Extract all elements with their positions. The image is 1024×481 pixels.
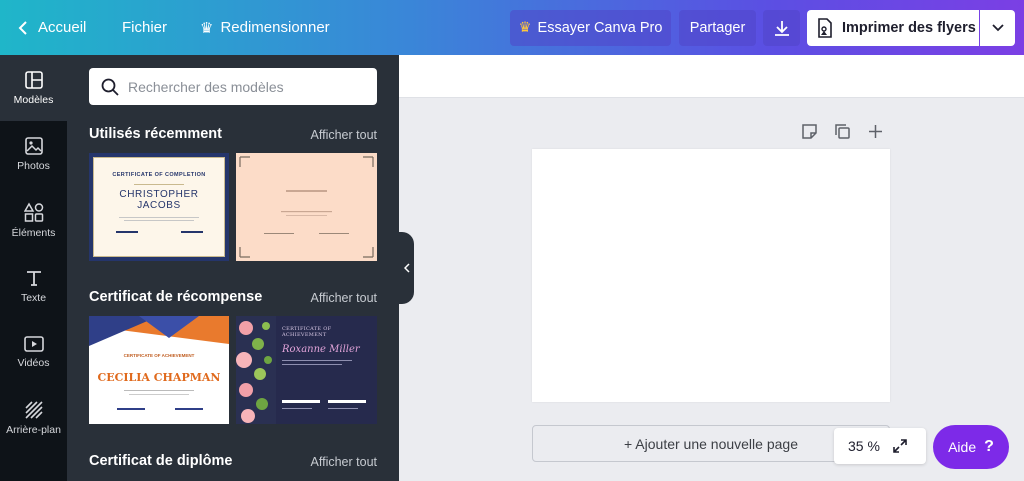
- rail-item-background[interactable]: Arrière-plan: [0, 385, 67, 451]
- divider: [328, 408, 358, 409]
- divider: [124, 390, 194, 391]
- download-icon: [774, 21, 789, 36]
- template-thumbnail[interactable]: CERTIFICATE OF ACHIEVEMENT Roxanne Mille…: [236, 316, 377, 424]
- template-thumbnail[interactable]: CERTIFICATE OF COMPLETION CHRISTOPHER JA…: [89, 153, 229, 261]
- template-thumbnail[interactable]: [236, 153, 377, 261]
- recipient-name: Roxanne Miller: [282, 344, 360, 355]
- page-tools: [800, 122, 885, 141]
- template-thumbnail[interactable]: CERTIFICATE OF ACHIEVEMENT CECILIA CHAPM…: [89, 316, 229, 424]
- certificate-heading: CERTIFICATE OF COMPLETION: [112, 172, 206, 178]
- section-title-diploma: Certificat de diplôme: [89, 453, 233, 469]
- chevron-down-icon: [991, 24, 1004, 32]
- search-icon: [101, 78, 119, 96]
- help-label: Aide: [948, 439, 977, 455]
- fullscreen-icon[interactable]: [892, 438, 908, 454]
- shapes-icon: [23, 201, 43, 222]
- chevron-left-icon: [403, 263, 410, 273]
- rail-label: Modèles: [13, 93, 54, 106]
- search-input[interactable]: [128, 78, 368, 95]
- collapse-panel-button[interactable]: [399, 232, 414, 304]
- file-label: Fichier: [122, 19, 168, 36]
- download-button[interactable]: [763, 10, 800, 46]
- geometric-banner-decoration: [89, 316, 229, 346]
- signature-line: [115, 231, 138, 233]
- zoom-level[interactable]: 35 %: [848, 438, 880, 454]
- divider: [134, 184, 184, 185]
- crown-icon: ♛: [518, 20, 532, 36]
- divider: [282, 364, 342, 365]
- try-pro-button[interactable]: ♛ Essayer Canva Pro: [510, 10, 671, 46]
- divider: [282, 360, 352, 361]
- video-icon: [23, 335, 44, 352]
- ornate-certificate-preview: [239, 156, 374, 258]
- print-options-button[interactable]: [980, 10, 1015, 46]
- recipient-first-name: CHRISTOPHER: [119, 189, 199, 200]
- top-bar: Accueil Fichier ♛ Redimensionner ♛ Essay…: [0, 0, 1024, 55]
- show-all-diploma-link[interactable]: Afficher tout: [311, 455, 377, 469]
- show-all-recent-link[interactable]: Afficher tout: [311, 128, 377, 142]
- print-file-icon: [818, 18, 832, 38]
- share-button[interactable]: Partager: [679, 10, 756, 46]
- rail-label: Éléments: [11, 226, 56, 239]
- note-icon[interactable]: [800, 122, 819, 141]
- home-button[interactable]: Accueil: [18, 0, 86, 55]
- add-icon[interactable]: [866, 122, 885, 141]
- rail-item-videos[interactable]: Vidéos: [0, 319, 67, 385]
- print-flyers-button[interactable]: Imprimer des flyers: [807, 10, 979, 46]
- section-title-award: Certificat de récompense: [89, 289, 263, 305]
- crown-icon: ♛: [200, 19, 214, 37]
- try-pro-label: Essayer Canva Pro: [537, 20, 663, 36]
- divider: [129, 394, 189, 395]
- question-icon: ?: [984, 438, 994, 455]
- share-label: Partager: [689, 20, 746, 36]
- text-icon: [26, 270, 41, 286]
- print-flyers-label: Imprimer des flyers: [842, 20, 976, 36]
- file-menu[interactable]: Fichier: [122, 0, 167, 55]
- show-all-award-link[interactable]: Afficher tout: [311, 291, 377, 305]
- rail-label: Arrière-plan: [6, 423, 61, 436]
- resize-label: Redimensionner: [220, 19, 330, 36]
- side-rail: Modèles Photos Éléments Texte Vidéos Arr…: [0, 55, 67, 481]
- signature-line: [117, 408, 145, 410]
- signature-line: [175, 408, 203, 410]
- signature-line: [180, 231, 203, 233]
- templates-icon: [24, 70, 43, 89]
- divider: [119, 217, 199, 218]
- divider: [124, 220, 194, 221]
- floral-decoration: [236, 316, 276, 424]
- rail-label: Photos: [17, 159, 50, 172]
- background-pattern-icon: [24, 400, 43, 419]
- design-page[interactable]: [532, 149, 890, 402]
- rail-label: Texte: [20, 291, 47, 304]
- rail-item-elements[interactable]: Éléments: [0, 187, 67, 253]
- template-search[interactable]: [89, 68, 377, 105]
- duplicate-icon[interactable]: [833, 122, 852, 141]
- certificate-preview: CERTIFICATE OF COMPLETION CHRISTOPHER JA…: [93, 157, 225, 257]
- section-title-recent: Utilisés récemment: [89, 126, 222, 142]
- rail-item-templates[interactable]: Modèles: [0, 55, 67, 121]
- zoom-control[interactable]: 35 %: [834, 428, 926, 464]
- rail-label: Vidéos: [17, 356, 50, 369]
- help-button[interactable]: Aide ?: [933, 425, 1009, 469]
- image-icon: [24, 136, 43, 155]
- rail-item-text[interactable]: Texte: [0, 253, 67, 319]
- certificate-heading: CERTIFICATE OF ACHIEVEMENT: [123, 353, 195, 358]
- resize-button[interactable]: ♛ Redimensionner: [200, 0, 330, 55]
- rail-item-photos[interactable]: Photos: [0, 121, 67, 187]
- certificate-heading: CERTIFICATE OF ACHIEVEMENT: [282, 326, 332, 338]
- signature-line: [328, 400, 366, 403]
- chevron-left-icon: [18, 20, 27, 35]
- signature-lines: [94, 231, 224, 233]
- canvas-toolbar-area: [399, 55, 1024, 98]
- recipient-name: CECILIA CHAPMAN: [97, 371, 221, 384]
- divider: [282, 408, 312, 409]
- home-label: Accueil: [38, 19, 87, 36]
- templates-panel: Utilisés récemment Afficher tout CERTIFI…: [67, 55, 399, 481]
- signature-line: [282, 400, 320, 403]
- recipient-last-name: JACOBS: [137, 200, 181, 211]
